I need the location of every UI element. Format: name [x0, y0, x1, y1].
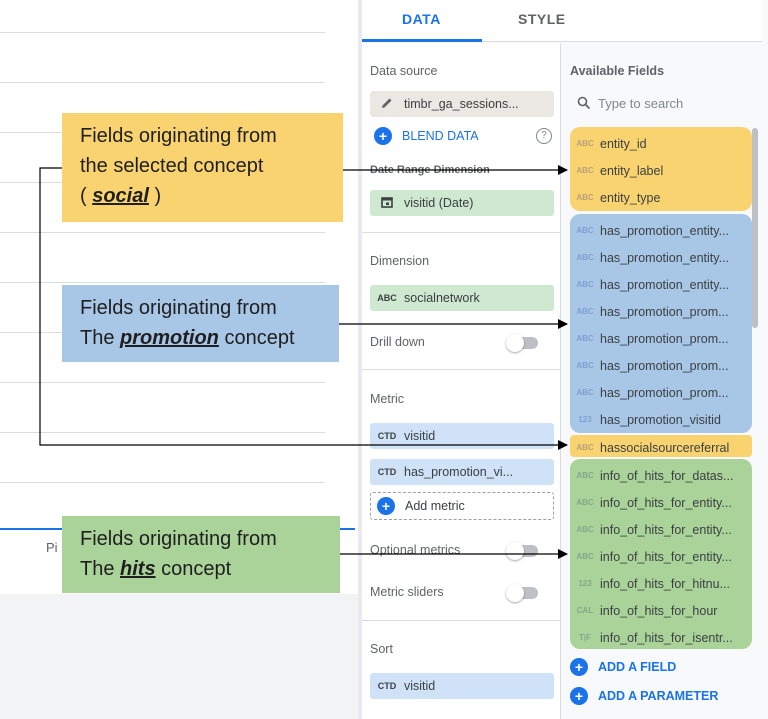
callout-line: Fields originating from [80, 297, 277, 319]
callout-social: Fields originating from the selected con… [62, 113, 343, 222]
callout-line: Fields originating from [80, 528, 277, 550]
concept-name: hits [120, 558, 156, 580]
concept-name: promotion [120, 327, 219, 349]
callout-line: ( social ) [80, 181, 343, 211]
callout-text: The [80, 327, 121, 349]
callout-text: ) [148, 185, 162, 207]
concept-name: social [92, 185, 149, 207]
report-editor: Pi DATA STYLE Data source timbr_ga_sessi… [0, 0, 768, 719]
callout-promotion: Fields originating from The promotion co… [62, 285, 339, 362]
callout-line: Fields originating from [80, 125, 277, 147]
callout-text: ( [80, 185, 93, 207]
callout-line: the selected concept [80, 155, 264, 177]
callout-line: The promotion concept [80, 323, 339, 353]
callout-text: concept [155, 558, 232, 580]
callout-hits: Fields originating from The hits concept [62, 516, 340, 593]
callout-line: The hits concept [80, 554, 340, 584]
callout-text: The [80, 558, 121, 580]
callout-text: concept [218, 327, 295, 349]
